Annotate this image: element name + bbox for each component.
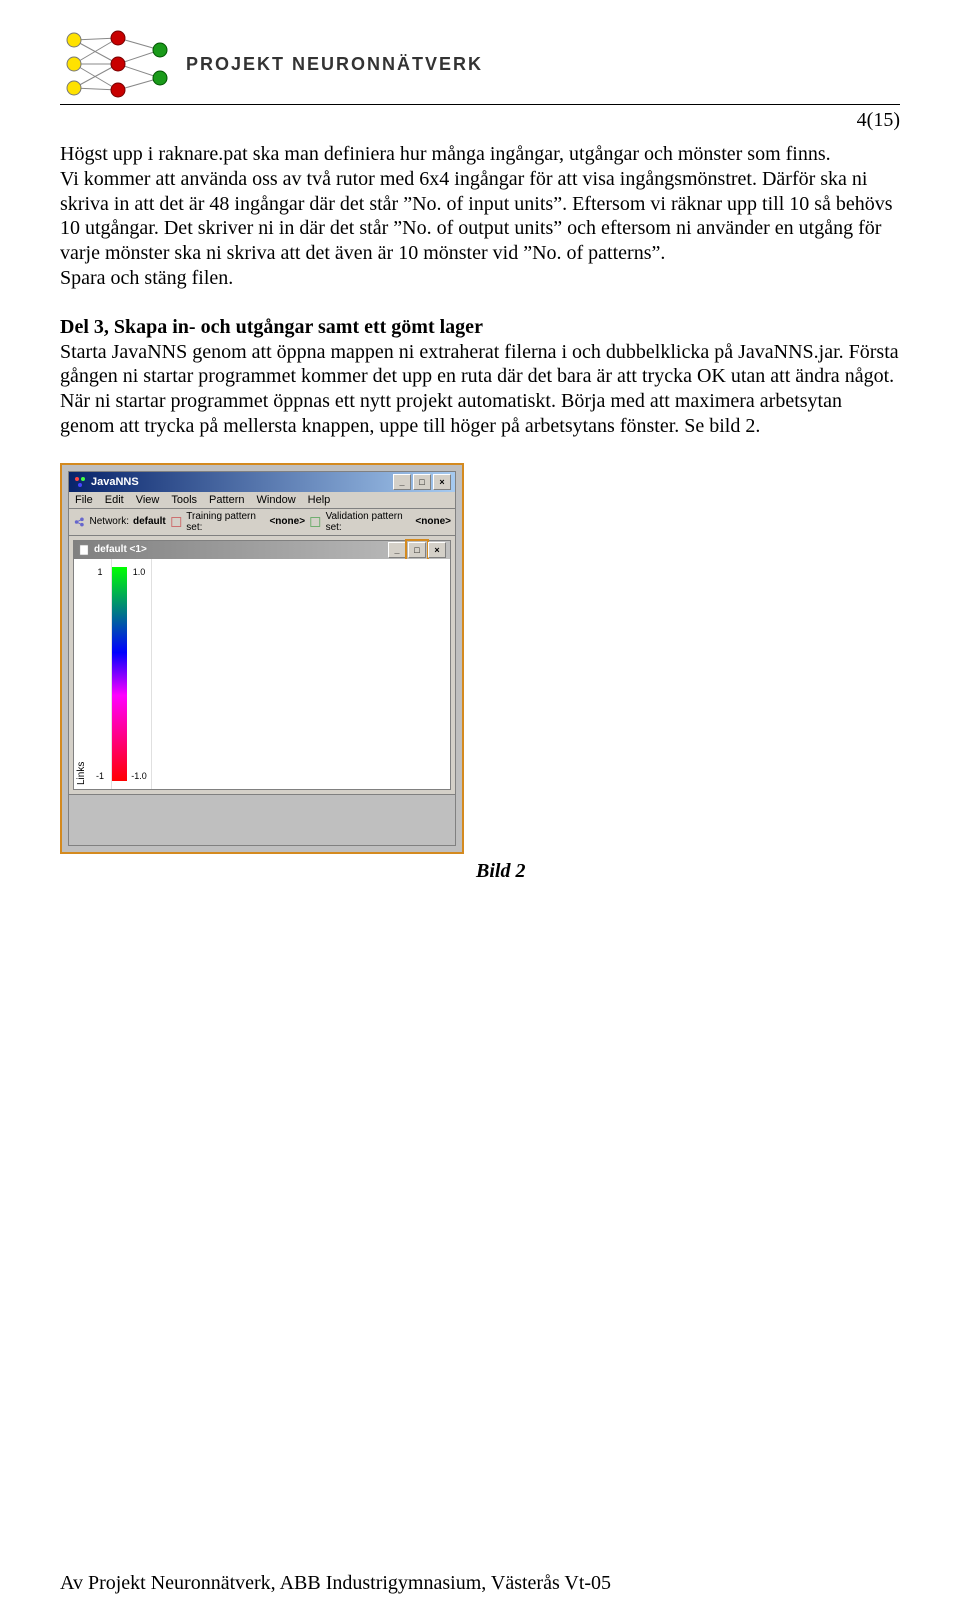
- workspace-titlebar-buttons: _ □ ×: [388, 542, 446, 558]
- ruler-rbottom: -1.0: [131, 771, 147, 781]
- header-divider: [60, 104, 900, 105]
- validation-icon: [309, 515, 322, 529]
- titlebar-buttons: _ □ ×: [393, 474, 451, 490]
- validation-label: Validation pattern set:: [326, 511, 412, 533]
- training-value: <none>: [269, 516, 305, 527]
- validation-value: <none>: [415, 516, 451, 527]
- workspace-titlebar: default <1> _ □ ×: [74, 541, 450, 559]
- network-label: Network:: [90, 516, 129, 527]
- left-ruler: 1 -1: [89, 559, 112, 789]
- workspace-background: [69, 794, 455, 845]
- section-title: Del 3, Skapa in- och utgångar samt ett g…: [60, 316, 483, 338]
- network-icon: [73, 515, 86, 529]
- workspace-canvas: Links 1 -1 1.0 -1.0: [74, 559, 450, 789]
- workspace-title: default <1>: [94, 544, 147, 555]
- paragraph-1: Högst upp i raknare.pat ska man definier…: [60, 142, 900, 291]
- workspace-close-button[interactable]: ×: [428, 542, 446, 558]
- figure-caption: Bild 2: [476, 860, 900, 883]
- menu-tools[interactable]: Tools: [171, 494, 197, 506]
- network-value: default: [133, 516, 166, 527]
- menu-view[interactable]: View: [136, 494, 160, 506]
- links-label: Links: [74, 559, 89, 789]
- window-title: JavaNNS: [91, 476, 139, 488]
- titlebar: JavaNNS _ □ ×: [69, 472, 455, 492]
- neural-net-logo-icon: [60, 30, 176, 98]
- workspace-minimize-button[interactable]: _: [388, 542, 406, 558]
- section-block: Del 3, Skapa in- och utgångar samt ett g…: [60, 315, 900, 439]
- document-header: PROJEKT NEURONNÄTVERK: [60, 30, 900, 98]
- training-label: Training pattern set:: [186, 511, 265, 533]
- doc-icon: [78, 544, 90, 556]
- ruler-bottom: -1: [96, 771, 104, 781]
- page: PROJEKT NEURONNÄTVERK 4(15) Högst upp i …: [0, 0, 960, 1617]
- toolbar: Network: default Training pattern set: <…: [69, 509, 455, 536]
- color-gradient: [112, 567, 127, 781]
- page-number: 4(15): [60, 109, 900, 132]
- java-nns-window: JavaNNS _ □ × File Edit View Tools Patte…: [68, 471, 456, 846]
- desktop-background: JavaNNS _ □ × File Edit View Tools Patte…: [62, 465, 462, 852]
- menu-window[interactable]: Window: [257, 494, 296, 506]
- ruler-rtop: 1.0: [133, 567, 146, 577]
- right-ruler: 1.0 -1.0: [127, 559, 152, 789]
- menu-pattern[interactable]: Pattern: [209, 494, 244, 506]
- menu-help[interactable]: Help: [308, 494, 331, 506]
- screenshot-figure: JavaNNS _ □ × File Edit View Tools Patte…: [60, 463, 464, 854]
- minimize-button[interactable]: _: [393, 474, 411, 490]
- close-button[interactable]: ×: [433, 474, 451, 490]
- brand-name: PROJEKT NEURONNÄTVERK: [186, 54, 483, 75]
- workspace-maximize-button[interactable]: □: [408, 542, 426, 558]
- maximize-button[interactable]: □: [413, 474, 431, 490]
- menubar: File Edit View Tools Pattern Window Help: [69, 492, 455, 509]
- menu-file[interactable]: File: [75, 494, 93, 506]
- page-footer: Av Projekt Neuronnätverk, ABB Industrigy…: [60, 1572, 611, 1595]
- ruler-top: 1: [97, 567, 102, 577]
- menu-edit[interactable]: Edit: [105, 494, 124, 506]
- drawing-area[interactable]: [152, 559, 450, 789]
- workspace-window: default <1> _ □ × Links 1 -1 1.0: [73, 540, 451, 790]
- app-icon: [73, 475, 87, 489]
- training-icon: [170, 515, 183, 529]
- paragraph-2: Starta JavaNNS genom att öppna mappen ni…: [60, 341, 899, 437]
